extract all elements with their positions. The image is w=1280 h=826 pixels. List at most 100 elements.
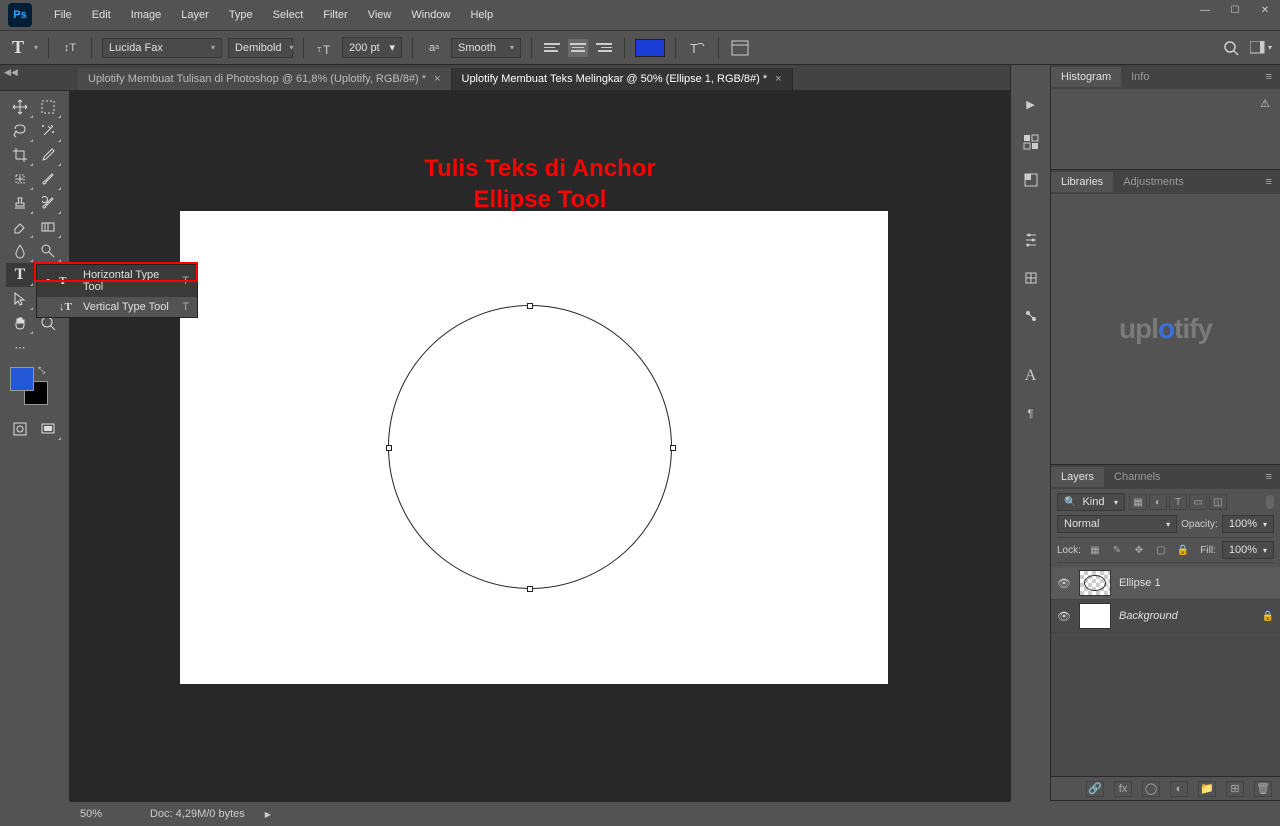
path-select-tool[interactable] xyxy=(6,287,34,311)
layer-style-icon[interactable]: fx xyxy=(1114,781,1132,797)
menu-help[interactable]: Help xyxy=(460,3,503,27)
fill-input[interactable]: 100% ▾ xyxy=(1222,541,1274,559)
antialias-dropdown[interactable]: Smooth ▾ xyxy=(451,38,521,58)
filter-type-icon[interactable]: T xyxy=(1169,494,1187,510)
marquee-tool[interactable] xyxy=(34,95,62,119)
menu-type[interactable]: Type xyxy=(219,3,263,27)
move-tool[interactable] xyxy=(6,95,34,119)
lock-position-icon[interactable]: ✥ xyxy=(1131,542,1147,558)
tab-close-icon[interactable]: × xyxy=(434,73,440,85)
ellipse-shape[interactable] xyxy=(388,305,672,589)
layer-row[interactable]: 👁 Ellipse 1 xyxy=(1051,567,1280,600)
filter-smart-icon[interactable]: ◫ xyxy=(1209,494,1227,510)
path-anchor[interactable] xyxy=(386,445,392,451)
lasso-tool[interactable] xyxy=(6,119,34,143)
panel-menu-icon[interactable]: ≡ xyxy=(1258,471,1280,483)
adjustments-tab[interactable]: Adjustments xyxy=(1113,172,1194,192)
align-center-button[interactable] xyxy=(568,39,588,57)
menu-select[interactable]: Select xyxy=(263,3,314,27)
path-anchor[interactable] xyxy=(527,586,533,592)
play-icon[interactable]: ▶ xyxy=(1018,91,1044,117)
workspace[interactable]: Tulis Teks di Anchor Ellipse Tool xyxy=(70,91,1010,801)
brush-tool[interactable] xyxy=(34,167,62,191)
path-anchor[interactable] xyxy=(527,303,533,309)
styles-icon[interactable] xyxy=(1018,129,1044,155)
layer-thumbnail[interactable] xyxy=(1079,603,1111,629)
blur-tool[interactable] xyxy=(6,239,34,263)
character-icon[interactable]: A xyxy=(1018,363,1044,389)
layer-mask-icon[interactable]: ◯ xyxy=(1142,781,1160,797)
history-brush-tool[interactable] xyxy=(34,191,62,215)
blend-mode-dropdown[interactable]: Normal ▾ xyxy=(1057,515,1177,533)
doc-info[interactable]: Doc: 4,29M/0 bytes xyxy=(150,808,245,820)
current-tool-icon[interactable]: T xyxy=(8,37,28,58)
menu-image[interactable]: Image xyxy=(121,3,172,27)
menu-file[interactable]: File xyxy=(44,3,82,27)
minimize-button[interactable]: — xyxy=(1190,0,1220,20)
delete-layer-icon[interactable]: 🗑 xyxy=(1254,781,1272,797)
lock-artboard-icon[interactable]: ▢ xyxy=(1153,542,1169,558)
workspace-switcher-icon[interactable]: ▾ xyxy=(1250,37,1272,59)
visibility-icon[interactable]: 👁 xyxy=(1057,577,1071,590)
close-button[interactable]: ✕ xyxy=(1250,0,1280,20)
link-layers-icon[interactable]: 🔗 xyxy=(1086,781,1104,797)
zoom-level[interactable]: 50% xyxy=(80,808,130,820)
screen-mode-icon[interactable] xyxy=(34,417,62,441)
flyout-vertical-type[interactable]: ↓T Vertical Type Tool T xyxy=(37,297,197,317)
clone-source-icon[interactable] xyxy=(1018,265,1044,291)
layer-filter-dropdown[interactable]: 🔍 Kind ▾ xyxy=(1057,493,1125,511)
channels-tab[interactable]: Channels xyxy=(1104,467,1170,487)
document-tab[interactable]: Uplotify Membuat Tulisan di Photoshop @ … xyxy=(78,68,452,90)
flyout-horizontal-type[interactable]: • T Horizontal Type Tool T xyxy=(37,265,197,297)
swap-colors-icon[interactable]: ⤡ xyxy=(38,365,45,376)
foreground-color-swatch[interactable] xyxy=(10,367,34,391)
filter-pixel-icon[interactable]: ▦ xyxy=(1129,494,1147,510)
filter-toggle[interactable] xyxy=(1266,495,1274,509)
document-tab[interactable]: Uplotify Membuat Teks Melingkar @ 50% (E… xyxy=(452,68,793,90)
font-style-dropdown[interactable]: Demibold ▾ xyxy=(228,38,293,58)
panel-menu-icon[interactable]: ≡ xyxy=(1258,71,1280,83)
crop-tool[interactable] xyxy=(6,143,34,167)
align-left-button[interactable] xyxy=(542,39,562,57)
stamp-tool[interactable] xyxy=(6,191,34,215)
lock-all-icon[interactable]: 🔒 xyxy=(1175,542,1191,558)
swatches-icon[interactable] xyxy=(1018,167,1044,193)
font-family-dropdown[interactable]: Lucida Fax ▾ xyxy=(102,38,222,58)
dodge-tool[interactable] xyxy=(34,239,62,263)
libraries-tab[interactable]: Libraries xyxy=(1051,172,1113,192)
warp-text-button[interactable]: T xyxy=(686,37,708,59)
filter-shape-icon[interactable]: ▭ xyxy=(1189,494,1207,510)
quick-mask-icon[interactable] xyxy=(6,417,34,441)
actions-icon[interactable] xyxy=(1018,303,1044,329)
maximize-button[interactable]: ☐ xyxy=(1220,0,1250,20)
gradient-tool[interactable] xyxy=(34,215,62,239)
type-tool[interactable]: T xyxy=(6,263,34,287)
adjustment-layer-icon[interactable]: ◐ xyxy=(1170,781,1188,797)
tab-close-icon[interactable]: × xyxy=(775,73,781,85)
visibility-icon[interactable]: 👁 xyxy=(1057,610,1071,623)
layers-tab[interactable]: Layers xyxy=(1051,467,1104,487)
path-anchor[interactable] xyxy=(670,445,676,451)
layer-thumbnail[interactable] xyxy=(1079,570,1111,596)
warning-icon[interactable]: ⚠ xyxy=(1260,97,1270,110)
group-icon[interactable]: 📁 xyxy=(1198,781,1216,797)
brushes-icon[interactable] xyxy=(1018,227,1044,253)
new-layer-icon[interactable]: ⊞ xyxy=(1226,781,1244,797)
panel-menu-icon[interactable]: ≡ xyxy=(1258,176,1280,188)
menu-layer[interactable]: Layer xyxy=(171,3,219,27)
canvas[interactable] xyxy=(180,211,888,684)
lock-transparency-icon[interactable]: ▦ xyxy=(1087,542,1103,558)
filter-adjust-icon[interactable]: ◐ xyxy=(1149,494,1167,510)
more-tools[interactable]: ⋯ xyxy=(6,335,34,359)
character-panel-button[interactable] xyxy=(729,37,751,59)
menu-view[interactable]: View xyxy=(358,3,402,27)
magic-wand-tool[interactable] xyxy=(34,119,62,143)
color-picker[interactable]: ⤡ xyxy=(0,363,69,413)
text-color-swatch[interactable] xyxy=(635,39,665,57)
histogram-tab[interactable]: Histogram xyxy=(1051,67,1121,87)
lock-image-icon[interactable]: ✎ xyxy=(1109,542,1125,558)
toggle-orientation-icon[interactable]: ↕T xyxy=(59,37,81,59)
collapse-left-icon[interactable]: ◀◀ xyxy=(4,67,18,78)
align-right-button[interactable] xyxy=(594,39,614,57)
eraser-tool[interactable] xyxy=(6,215,34,239)
